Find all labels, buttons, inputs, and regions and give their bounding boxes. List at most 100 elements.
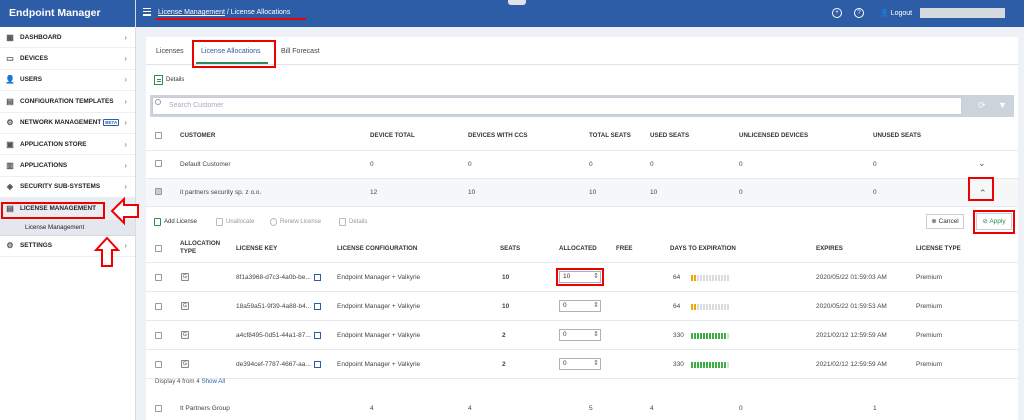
- chevron-down-icon[interactable]: ⌄: [978, 158, 986, 169]
- sidebar-item-dashboard[interactable]: ▦ DASHBOARD ›: [0, 27, 135, 49]
- logout-button[interactable]: 👤 Logout: [880, 9, 912, 17]
- sidebar-item-application-store[interactable]: ▣ APPLICATION STORE ›: [0, 134, 135, 156]
- add-icon[interactable]: +: [832, 8, 842, 18]
- license-checkbox[interactable]: [155, 274, 162, 281]
- details-icon: [339, 218, 346, 226]
- menu-icon[interactable]: [143, 8, 151, 18]
- cell-used-seats: 4: [650, 405, 654, 412]
- chevron-right-icon: ›: [124, 96, 127, 106]
- customer-name-link[interactable]: It Partners Group: [180, 405, 230, 412]
- license-key-link[interactable]: a4cf8495-0d51-44a1-87...: [236, 332, 311, 339]
- select-all-licenses-checkbox[interactable]: [155, 245, 162, 252]
- allocated-stepper[interactable]: 0: [559, 329, 601, 341]
- license-type: Premium: [916, 303, 943, 310]
- sidebar-item-applications[interactable]: ▥ APPLICATIONS ›: [0, 155, 135, 177]
- license-configuration: Endpoint Manager + Valkyrie: [337, 332, 421, 339]
- license-row[interactable]: Ga4cf8495-0d51-44a1-87... Endpoint Manage…: [146, 321, 1018, 350]
- expiration-progress-bar: [691, 275, 729, 281]
- copy-icon[interactable]: [314, 361, 321, 368]
- sidebar-item-configuration-templates[interactable]: ▤ CONFIGURATION TEMPLATES ›: [0, 91, 135, 113]
- license-row[interactable]: G 18a59a51-9f39-4a88-b4... Endpoint Manage…: [146, 292, 1018, 321]
- sidebar-item-label: NETWORK MANAGEMENT: [20, 119, 102, 127]
- cell-unused-seats: 0: [873, 161, 877, 168]
- filter-icon[interactable]: ▼: [998, 100, 1007, 110]
- sidebar-item-security-sub-systems[interactable]: ◈ SECURITY SUB-SYSTEMS ›: [0, 177, 135, 199]
- sidebar-item-network-management[interactable]: ⚙ NETWORK MANAGEMENT BETA ›: [0, 113, 135, 134]
- tab-licenses[interactable]: Licenses: [156, 48, 184, 55]
- license-seats: 10: [502, 274, 510, 281]
- unallocate-button[interactable]: Unallocate: [216, 218, 254, 226]
- col-seats: SEATS: [500, 245, 521, 252]
- sidebar-item-label: DASHBOARD: [20, 33, 62, 41]
- table-row[interactable]: It Partners Group 4 4 5 4 0 1: [146, 400, 1018, 420]
- col-days-to-expiration: DAYS TO EXPIRATION: [670, 245, 736, 252]
- license-expires: 2021/02/12 12:59:59 AM: [816, 332, 887, 339]
- shield-icon: ◈: [6, 182, 14, 192]
- allocated-stepper[interactable]: 0: [559, 300, 601, 312]
- row-checkbox[interactable]: [155, 160, 162, 167]
- tab-bill-forecast[interactable]: Bill Forecast: [281, 48, 320, 55]
- pagination-summary: Display 4 from 4 Show All: [155, 378, 225, 385]
- cancel-button[interactable]: ⊗ Cancel: [926, 214, 964, 229]
- license-key-link[interactable]: 8f1a3968-d7c3-4a0b-be...: [236, 274, 311, 281]
- add-license-button[interactable]: Add License: [154, 218, 197, 226]
- cancel-label: Cancel: [938, 218, 959, 225]
- license-checkbox[interactable]: [155, 303, 162, 310]
- license-details-button[interactable]: Details: [339, 218, 367, 226]
- search-input[interactable]: Search Customer: [152, 97, 962, 115]
- license-checkbox[interactable]: [155, 332, 162, 339]
- chevron-right-icon: ›: [124, 182, 127, 192]
- days-to-expiration: 64: [673, 274, 681, 281]
- help-icon[interactable]: ?: [854, 8, 864, 18]
- renew-license-button[interactable]: Renew License: [270, 218, 321, 226]
- license-expires: 2020/05/22 01:59:03 AM: [816, 274, 887, 281]
- breadcrumb-current: License Allocations: [230, 9, 291, 16]
- annotation-box-tab: [192, 40, 276, 68]
- col-total-seats: TOTAL SEATS: [589, 132, 631, 139]
- users-icon: 👤: [5, 75, 15, 85]
- customer-name-link[interactable]: Default Customer: [180, 161, 231, 168]
- license-row[interactable]: Gde394cef-7787-4667-aa... Endpoint Manage…: [146, 350, 1018, 379]
- license-seats: 10: [502, 303, 510, 310]
- select-all-checkbox[interactable]: [155, 132, 162, 139]
- collapse-handle[interactable]: [508, 0, 526, 5]
- network-icon: ⚙: [6, 118, 14, 128]
- allocated-stepper[interactable]: 0: [559, 358, 601, 370]
- sidebar-item-users[interactable]: 👤 USERS ›: [0, 70, 135, 92]
- expiration-progress-bar: [691, 362, 729, 368]
- license-configuration: Endpoint Manager + Valkyrie: [337, 303, 421, 310]
- col-free: FREE: [616, 245, 633, 252]
- sidebar-item-label: SECURITY SUB-SYSTEMS: [20, 183, 101, 191]
- cell-total-seats: 5: [589, 405, 593, 412]
- customer-name-link[interactable]: it partners security sp. z o.o.: [180, 189, 261, 196]
- col-devices-with-ccs: DEVICES WITH CCS: [468, 132, 528, 139]
- sidebar-item-label: APPLICATIONS: [20, 162, 68, 170]
- row-checkbox[interactable]: [155, 405, 162, 412]
- copy-icon[interactable]: [314, 274, 321, 281]
- search-bar: Search Customer ⟳ ▼: [150, 95, 1014, 117]
- cell-devices-with-ccs: 10: [468, 189, 476, 196]
- row-checkbox[interactable]: [155, 188, 162, 195]
- license-seats: 2: [502, 332, 506, 339]
- sidebar-item-devices[interactable]: ▭ DEVICES ›: [0, 48, 135, 70]
- details-icon: [154, 75, 163, 85]
- breadcrumb-license-management[interactable]: License Management: [158, 9, 225, 16]
- license-header-row: ALLOCATION TYPE LICENSE KEY LICENSE CONF…: [146, 235, 1018, 263]
- license-key-link[interactable]: 18a59a51-9f39-4a88-b4...: [236, 303, 311, 310]
- copy-icon[interactable]: [314, 332, 321, 339]
- details-button[interactable]: Details: [154, 75, 184, 85]
- license-type: Premium: [916, 332, 943, 339]
- table-row[interactable]: Default Customer 0 0 0 0 0 0 ⌄: [146, 151, 1018, 179]
- cell-unlicensed-devices: 0: [739, 161, 743, 168]
- templates-icon: ▤: [6, 96, 14, 106]
- customers-header-row: CUSTOMER DEVICE TOTAL DEVICES WITH CCS T…: [146, 121, 1018, 151]
- license-checkbox[interactable]: [155, 361, 162, 368]
- table-row-expanded[interactable]: it partners security sp. z o.o. 12 10 10…: [146, 179, 1018, 207]
- chevron-right-icon: ›: [124, 139, 127, 149]
- chevron-right-icon: ›: [124, 32, 127, 42]
- refresh-icon[interactable]: ⟳: [978, 100, 986, 111]
- copy-icon[interactable]: [314, 303, 321, 310]
- cell-used-seats: 10: [650, 189, 658, 196]
- show-all-link[interactable]: Show All: [201, 378, 225, 385]
- license-key-link[interactable]: de394cef-7787-4667-aa...: [236, 361, 311, 368]
